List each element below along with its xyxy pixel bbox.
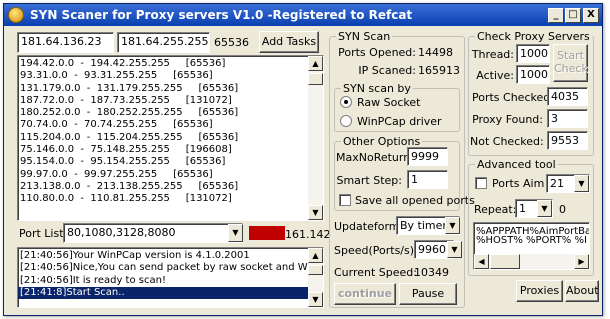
ip-scaned-label: IP Scaned: xyxy=(358,64,416,77)
proxy-found-label: Proxy Found: xyxy=(472,113,543,126)
minimize-button[interactable]: _ xyxy=(548,8,564,23)
not-checked-value: 9553 xyxy=(547,131,588,150)
task-list-item[interactable]: 213.138.0.0 - 213.138.255.255 [65536] xyxy=(18,181,323,193)
ports-aim-checkbox[interactable] xyxy=(475,177,487,189)
ports-aim-dropdown-icon[interactable]: ▼ xyxy=(574,175,589,192)
log-scroll-up-icon[interactable]: ▲ xyxy=(308,248,323,263)
task-list[interactable]: 194.42.0.0 - 194.42.255.255 [65536] 93.31… xyxy=(17,55,324,221)
ports-aim-label: Ports Aim xyxy=(492,177,545,190)
log-item[interactable]: [21:40:56]Your WinPCap version is 4.1.0.… xyxy=(18,250,308,262)
add-tasks-button[interactable]: Add Tasks xyxy=(259,31,319,53)
log-list[interactable]: [21:40:56]Your WinPCap version is 4.1.0.… xyxy=(17,247,324,308)
start-check-button[interactable]: Start Check xyxy=(553,44,588,82)
advanced-text-area[interactable]: %APPPATH%AimPortBat. %HOST% %PORT% %I ◀ … xyxy=(473,222,590,270)
repeat-value: 1 xyxy=(519,202,526,215)
raw-socket-radio[interactable] xyxy=(340,96,352,108)
log-item[interactable]: [21:41:8]Start Scan.. xyxy=(18,286,308,300)
scroll-left-icon[interactable]: ◀ xyxy=(474,254,489,269)
task-list-item[interactable]: 131.179.0.0 - 131.179.255.255 [65536] xyxy=(18,83,323,95)
smart-step-input[interactable]: 1 xyxy=(407,170,448,189)
max-no-return-label: MaxNoReturn: xyxy=(336,151,414,164)
about-button[interactable]: About xyxy=(565,280,599,302)
scroll-thumb[interactable] xyxy=(308,73,323,85)
scroll-down-icon[interactable]: ▼ xyxy=(308,205,323,220)
task-list-item[interactable]: 93.31.0.0 - 93.31.255.255 [65536] xyxy=(18,70,323,82)
scroll-up-icon[interactable]: ▲ xyxy=(308,56,323,71)
task-list-item[interactable]: 194.42.0.0 - 194.42.255.255 [65536] xyxy=(18,58,323,70)
ports-checked-value: 4035 xyxy=(547,87,588,106)
update-form-value: By timer xyxy=(400,219,447,232)
title-bar[interactable]: SYN Scaner for Proxy servers V1.0 -Regis… xyxy=(4,4,602,26)
range-count: 65536 xyxy=(214,36,249,49)
task-list-item[interactable]: 187.72.0.0 - 187.73.255.255 [131072] xyxy=(18,95,323,107)
app-icon xyxy=(8,7,24,23)
log-scroll-thumb[interactable] xyxy=(308,265,323,275)
current-speed-value: 10349 xyxy=(414,266,449,279)
advanced-hscrollbar[interactable]: ◀ ▶ xyxy=(474,254,589,269)
proxy-found-value: 3 xyxy=(547,109,588,128)
task-list-item[interactable]: 95.154.0.0 - 95.154.255.255 [65536] xyxy=(18,156,323,168)
scroll-right-icon[interactable]: ▶ xyxy=(574,254,589,269)
advanced-tool-title: Advanced tool xyxy=(475,158,558,171)
log-list-scrollbar[interactable]: ▲ ▼ xyxy=(308,248,323,307)
ports-aim-value: 21 xyxy=(550,177,564,190)
repeat-label: Repeat: xyxy=(474,203,517,216)
maximize-button[interactable]: □ xyxy=(565,8,581,23)
task-list-item[interactable]: 110.80.0.0 - 110.81.255.255 [131072] xyxy=(18,193,323,205)
proxies-button[interactable]: Proxies xyxy=(516,280,563,302)
thread-label: Thread: xyxy=(471,48,514,61)
thread-input[interactable]: 1000 xyxy=(516,44,550,63)
port-list-trailing-number: 161.142 xyxy=(285,228,331,241)
advanced-text-line-2: %HOST% %PORT% %I xyxy=(476,235,587,247)
active-input[interactable]: 1000 xyxy=(516,65,550,84)
not-checked-label: Not Checked: xyxy=(470,135,544,148)
log-item[interactable]: [21:40:56]Nice,You can send packet by ra… xyxy=(18,262,317,274)
speed-dropdown-icon[interactable]: ▼ xyxy=(447,241,462,258)
task-list-item[interactable]: 99.97.0.0 - 99.97.255.255 [65536] xyxy=(18,169,323,181)
window-title: SYN Scaner for Proxy servers V1.0 -Regis… xyxy=(30,8,413,22)
smart-step-label: Smart Step: xyxy=(336,174,402,187)
active-label: Active: xyxy=(476,69,514,82)
ports-opened-label: Ports Opened: xyxy=(338,46,416,59)
app-window: SYN Scaner for Proxy servers V1.0 -Regis… xyxy=(3,3,603,316)
max-no-return-input[interactable]: 9999 xyxy=(407,147,448,166)
ports-checked-label: Ports Checked: xyxy=(472,91,554,104)
hscroll-thumb[interactable] xyxy=(490,254,520,269)
save-ports-checkbox[interactable] xyxy=(339,194,351,206)
check-proxy-title: Check Proxy Servers xyxy=(475,30,592,43)
speed-label: Speed(Ports/s): xyxy=(334,244,418,257)
update-form-label: Updateform: xyxy=(334,220,404,233)
start-ip-input[interactable]: 181.64.136.23 xyxy=(17,32,114,53)
update-form-dropdown-icon[interactable]: ▼ xyxy=(445,217,460,234)
syn-scan-by-title: SYN scan by xyxy=(341,82,413,95)
ports-opened-value: 14498 xyxy=(418,46,453,59)
ip-scaned-value: 165913 xyxy=(418,64,460,77)
task-list-item[interactable]: 75.146.0.0 - 75.148.255.255 [196608] xyxy=(18,144,323,156)
current-speed-label: Current Speed: xyxy=(334,266,417,279)
winpcap-label: WinPCap driver xyxy=(357,115,442,128)
end-ip-input[interactable]: 181.64.255.255 xyxy=(117,32,210,53)
log-item[interactable]: [21:40:56]It is ready to scan! xyxy=(18,275,308,287)
port-list-combo[interactable]: 80,1080,3128,8080 xyxy=(63,223,243,243)
port-list-label: Port List: xyxy=(19,227,68,240)
task-list-item[interactable]: 115.204.0.0 - 115.204.255.255 [65536] xyxy=(18,132,323,144)
task-list-item[interactable]: 180.252.0.0 - 180.252.255.255 [65536] xyxy=(18,107,323,119)
advanced-text-line-1: %APPPATH%AimPortBat. xyxy=(476,226,590,237)
log-scroll-down-icon[interactable]: ▼ xyxy=(308,292,323,307)
winpcap-radio[interactable] xyxy=(340,115,352,127)
port-list-value: 80,1080,3128,8080 xyxy=(67,226,176,239)
syn-scan-title: SYN Scan xyxy=(336,30,393,43)
port-list-dropdown-icon[interactable]: ▼ xyxy=(228,224,243,242)
save-ports-label: Save all opened ports xyxy=(355,194,475,207)
raw-socket-label: Raw Socket xyxy=(357,96,421,109)
repeat-count: 0 xyxy=(559,203,566,216)
task-list-scrollbar[interactable]: ▲ ▼ xyxy=(308,56,323,220)
redaction-block xyxy=(249,226,285,240)
task-list-item[interactable]: 70.74.0.0 - 70.74.255.255 [65536] xyxy=(18,119,323,131)
close-button[interactable]: X xyxy=(583,8,599,23)
repeat-dropdown-icon[interactable]: ▼ xyxy=(537,200,552,217)
pause-button[interactable]: Pause xyxy=(399,283,457,305)
continue-button[interactable]: continue xyxy=(334,283,396,305)
